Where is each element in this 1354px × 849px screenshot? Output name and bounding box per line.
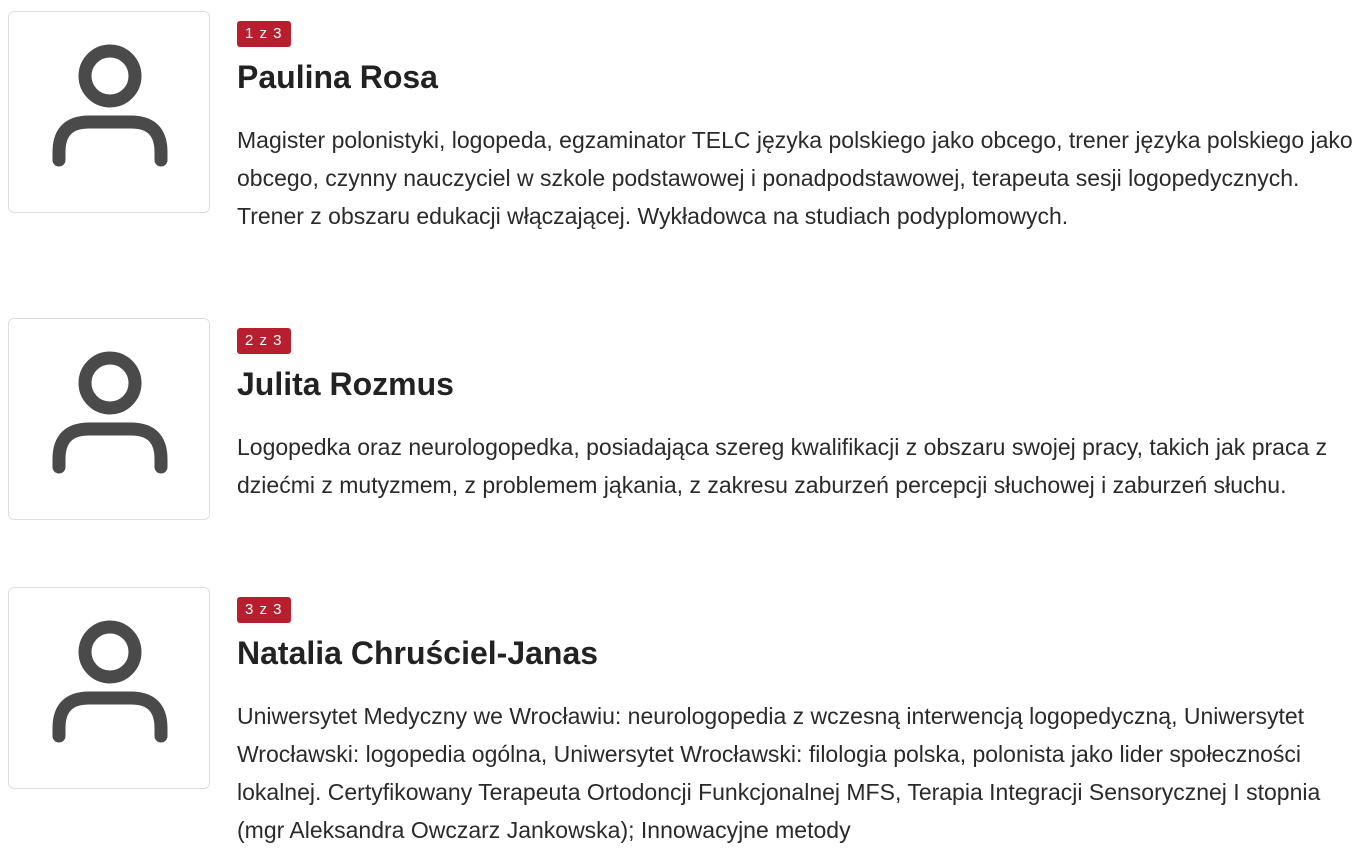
avatar bbox=[8, 318, 210, 520]
person-name: Paulina Rosa bbox=[237, 59, 438, 95]
user-icon bbox=[52, 44, 168, 167]
user-icon bbox=[52, 620, 168, 743]
person-name: Natalia Chruściel-Janas bbox=[237, 635, 599, 671]
person-bio: Magister polonistyki, logopeda, egzamina… bbox=[237, 127, 1353, 229]
person-name: Julita Rozmus bbox=[237, 366, 454, 402]
counter-badge: 2 z 3 bbox=[237, 328, 291, 354]
person-info: 3 z 3 Natalia Chruściel-Janas Uniwersyte… bbox=[237, 597, 1354, 849]
person-bio: Uniwersytet Medyczny we Wrocławiu: neuro… bbox=[237, 703, 1321, 843]
person-bio: Logopedka oraz neurologopedka, posiadają… bbox=[237, 434, 1328, 498]
counter-badge: 3 z 3 bbox=[237, 597, 291, 623]
avatar bbox=[8, 11, 210, 213]
person-info: 2 z 3 Julita Rozmus Logopedka oraz neuro… bbox=[237, 328, 1354, 504]
user-icon bbox=[52, 351, 168, 474]
avatar bbox=[8, 587, 210, 789]
speakers-list: 1 z 3 Paulina Rosa Magister polonistyki,… bbox=[0, 0, 1354, 849]
counter-badge: 1 z 3 bbox=[237, 21, 291, 47]
person-info: 1 z 3 Paulina Rosa Magister polonistyki,… bbox=[237, 21, 1354, 235]
